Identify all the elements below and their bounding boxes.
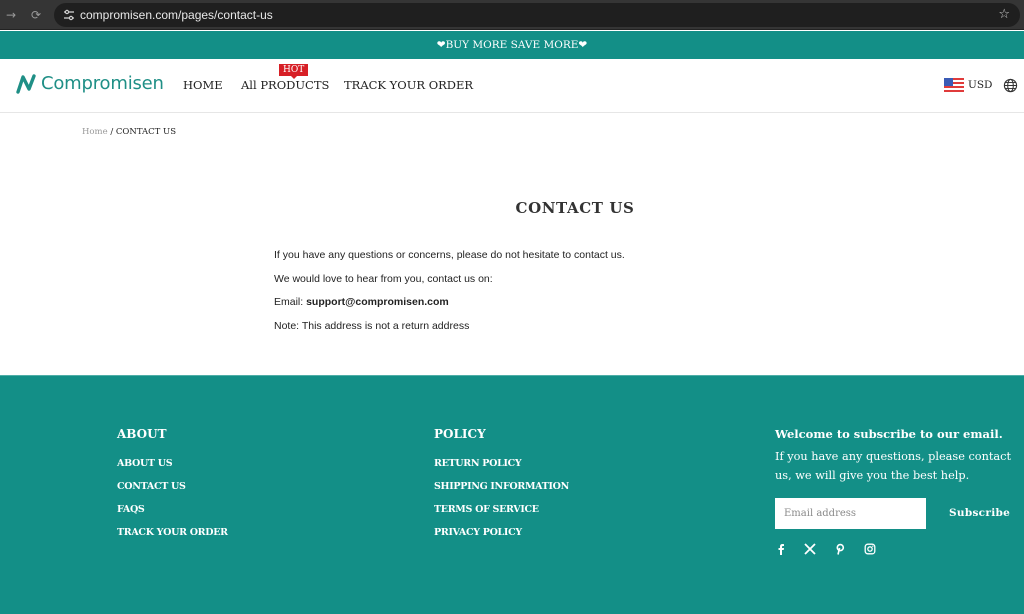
subscribe-description: If you have any questions, please contac…: [775, 450, 1012, 482]
footer-link-terms-of-service[interactable]: TERMS OF SERVICE: [434, 504, 539, 516]
nav-all-products[interactable]: All PRODUCTS: [241, 78, 329, 92]
globe-icon[interactable]: [1003, 78, 1018, 93]
hot-badge: HOT: [279, 64, 309, 79]
subscribe-button[interactable]: Subscribe: [940, 502, 1010, 524]
breadcrumb: Home / CONTACT US: [82, 126, 176, 138]
footer-policy-heading: POLICY: [434, 427, 486, 441]
us-flag-icon: [944, 78, 964, 92]
note-line: Note: This address is not a return addre…: [274, 320, 470, 333]
subscribe-heading: Welcome to subscribe to our email.: [775, 427, 1003, 441]
logo-text: Compromisen: [41, 73, 164, 94]
footer-link-shipping-information[interactable]: SHIPPING INFORMATION: [434, 481, 569, 493]
instagram-icon[interactable]: [864, 543, 878, 557]
forward-icon[interactable]: →: [2, 6, 20, 24]
contact-content: If you have any questions or concerns, p…: [274, 249, 625, 344]
support-email[interactable]: support@compromisen.com: [306, 296, 449, 308]
url-text[interactable]: compromisen.com/pages/contact-us: [80, 7, 273, 23]
breadcrumb-separator: /: [110, 127, 114, 137]
intro-line: If you have any questions or concerns, p…: [274, 249, 625, 261]
page-title: CONTACT US: [515, 199, 635, 217]
announcement-bar: ❤BUY MORE SAVE MORE❤: [0, 31, 1024, 59]
address-bar[interactable]: compromisen.com/pages/contact-us ☆: [54, 3, 1020, 27]
email-input[interactable]: [775, 498, 926, 529]
currency-label: USD: [968, 79, 993, 91]
logo[interactable]: Compromisen: [16, 73, 164, 95]
pinterest-icon[interactable]: [834, 543, 848, 557]
breadcrumb-current: CONTACT US: [115, 127, 177, 137]
footer-link-track-your-order[interactable]: TRACK YOUR ORDER: [117, 527, 228, 539]
site-settings-icon[interactable]: [62, 8, 76, 22]
bookmark-star-icon[interactable]: ☆: [998, 6, 1010, 24]
browser-toolbar: → ⟳ compromisen.com/pages/contact-us ☆: [0, 0, 1024, 30]
x-icon[interactable]: [804, 543, 818, 557]
email-line: Email: support@compromisen.com: [274, 296, 625, 320]
nav-track-your-order[interactable]: TRACK YOUR ORDER: [344, 78, 473, 92]
contact-line: We would love to hear from you, contact …: [274, 272, 493, 285]
footer-link-privacy-policy[interactable]: PRIVACY POLICY: [434, 527, 522, 539]
facebook-icon[interactable]: [775, 543, 789, 557]
footer-about-heading: ABOUT: [117, 427, 167, 441]
logo-mark-icon: [16, 74, 36, 94]
site-footer: ABOUT ABOUT US CONTACT US FAQS TRACK YOU…: [0, 375, 1024, 614]
footer-link-contact-us[interactable]: CONTACT US: [117, 481, 186, 493]
footer-link-faqs[interactable]: FAQS: [117, 504, 145, 516]
site-header: Compromisen HOME HOT All PRODUCTS TRACK …: [0, 59, 1024, 113]
reload-icon[interactable]: ⟳: [27, 6, 45, 24]
footer-link-about-us[interactable]: ABOUT US: [117, 458, 173, 470]
currency-selector[interactable]: USD: [944, 78, 992, 92]
breadcrumb-home[interactable]: Home: [82, 127, 108, 137]
footer-link-return-policy[interactable]: RETURN POLICY: [434, 458, 522, 470]
nav-home[interactable]: HOME: [183, 78, 223, 92]
email-label: Email:: [274, 296, 307, 309]
